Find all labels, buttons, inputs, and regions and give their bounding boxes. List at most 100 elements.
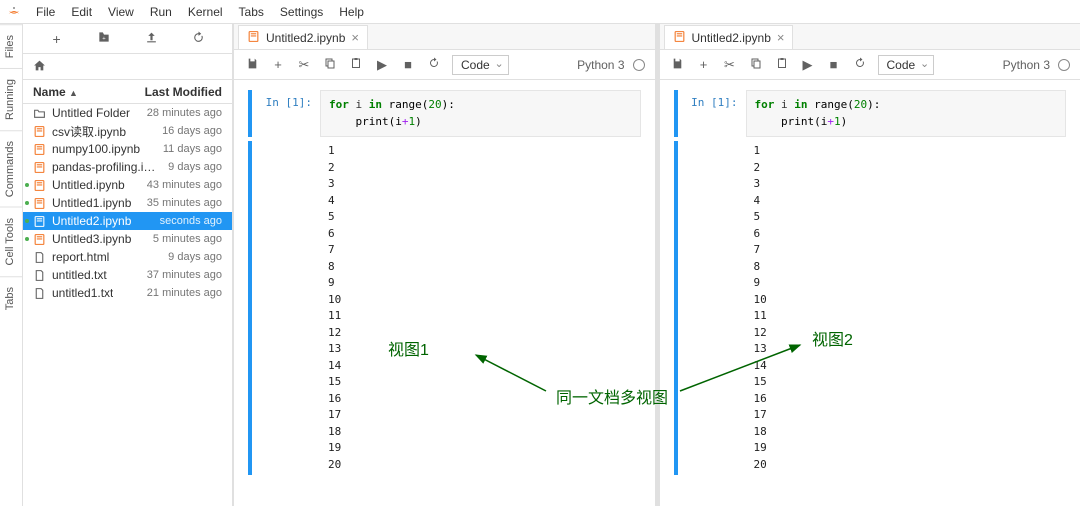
code-input[interactable]: for i in range(20): print(i+1) — [746, 90, 1067, 137]
menu-tabs[interactable]: Tabs — [231, 2, 272, 22]
menu-run[interactable]: Run — [142, 2, 180, 22]
notebook-body[interactable]: In [1]:for i in range(20): print(i+1)1 2… — [234, 80, 655, 506]
file-row[interactable]: report.html9 days ago — [23, 248, 232, 266]
kernel-status-icon — [633, 59, 645, 71]
save-button[interactable] — [670, 57, 686, 73]
menu-view[interactable]: View — [100, 2, 142, 22]
file-row[interactable]: Untitled1.ipynb35 minutes ago — [23, 194, 232, 212]
file-row[interactable]: Untitled.ipynb43 minutes ago — [23, 176, 232, 194]
insert-cell-button[interactable]: + — [270, 57, 286, 72]
file-modified: 21 minutes ago — [147, 287, 222, 299]
output-cell: 1 2 3 4 5 6 7 8 9 10 11 12 13 14 15 16 1… — [248, 141, 641, 475]
file-name: pandas-profiling.ipynb — [52, 160, 162, 174]
tab-notebook[interactable]: Untitled2.ipynb× — [238, 25, 368, 49]
insert-cell-button[interactable]: + — [696, 57, 712, 72]
file-row[interactable]: pandas-profiling.ipynb 9 days ago — [23, 158, 232, 176]
cut-button[interactable]: ✂ — [722, 57, 738, 73]
side-tab-tabs[interactable]: Tabs — [0, 276, 22, 320]
side-tab-cell-tools[interactable]: Cell Tools — [0, 207, 22, 276]
file-row[interactable]: Untitled Folder 28 minutes ago — [23, 104, 232, 122]
file-name: numpy100.ipynb — [52, 142, 140, 156]
menu-edit[interactable]: Edit — [63, 2, 100, 22]
file-name: Untitled2.ipynb — [52, 214, 131, 228]
refresh-button[interactable] — [183, 31, 213, 47]
tab-bar: Untitled2.ipynb× — [234, 24, 655, 50]
notebook-icon — [33, 179, 46, 192]
new-folder-button[interactable]: + — [89, 30, 119, 47]
header-name[interactable]: Name — [33, 85, 66, 99]
file-row[interactable]: Untitled3.ipynb5 minutes ago — [23, 230, 232, 248]
file-name: untitled.txt — [52, 268, 107, 282]
file-browser: + + Name ▲ Last Modified Untitled Folder… — [23, 24, 233, 506]
cell-selected-bar — [674, 141, 678, 475]
notebook-icon — [673, 30, 686, 46]
kernel-name[interactable]: Python 3 — [577, 58, 624, 72]
file-modified: 9 days ago — [168, 161, 222, 173]
output-cell: 1 2 3 4 5 6 7 8 9 10 11 12 13 14 15 16 1… — [674, 141, 1067, 475]
file-name: csv读取.ipynb — [52, 123, 126, 140]
close-icon[interactable]: × — [777, 30, 785, 45]
header-modified[interactable]: Last Modified — [145, 85, 222, 99]
menu-help[interactable]: Help — [331, 2, 372, 22]
side-tab-files[interactable]: Files — [0, 24, 22, 68]
stop-button[interactable]: ■ — [400, 57, 416, 72]
cell-type-select[interactable]: Code — [452, 55, 509, 75]
copy-button[interactable] — [748, 57, 764, 72]
side-tab-commands[interactable]: Commands — [0, 130, 22, 207]
paste-button[interactable] — [348, 57, 364, 72]
file-modified: 43 minutes ago — [147, 179, 222, 191]
menu-kernel[interactable]: Kernel — [180, 2, 231, 22]
code-cell[interactable]: In [1]:for i in range(20): print(i+1) — [248, 90, 641, 137]
kernel-status-icon — [1058, 59, 1070, 71]
notebook-panel-2: Untitled2.ipynb × + ✂ ▶ ■ Code Python 3 In [1]:f… — [659, 24, 1080, 506]
new-launcher-button[interactable]: + — [42, 31, 72, 47]
file-modified: 11 days ago — [163, 143, 222, 155]
notebook-toolbar: + ✂ ▶ ■ Code Python 3 — [234, 50, 655, 80]
file-modified: 37 minutes ago — [147, 269, 222, 281]
file-name: Untitled3.ipynb — [52, 232, 131, 246]
cut-button[interactable]: ✂ — [296, 57, 312, 73]
menubar: FileEditViewRunKernelTabsSettingsHelp — [0, 0, 1080, 24]
menu-file[interactable]: File — [28, 2, 63, 22]
file-name: report.html — [52, 250, 109, 264]
restart-button[interactable] — [426, 57, 442, 72]
file-modified: 28 minutes ago — [147, 107, 222, 119]
file-row[interactable]: untitled.txt 37 minutes ago — [23, 266, 232, 284]
run-button[interactable]: ▶ — [800, 57, 816, 73]
notebook-icon — [33, 233, 46, 246]
tab-title: Untitled2.ipynb — [692, 31, 771, 45]
kernel-name[interactable]: Python 3 — [1003, 58, 1050, 72]
paste-button[interactable] — [774, 57, 790, 72]
file-modified: seconds ago — [160, 215, 222, 227]
file-row[interactable]: numpy100.ipynb 11 days ago — [23, 140, 232, 158]
run-button[interactable]: ▶ — [374, 57, 390, 73]
file-name: Untitled Folder — [52, 106, 130, 120]
tab-notebook[interactable]: Untitled2.ipynb × — [664, 25, 794, 49]
breadcrumb[interactable] — [23, 54, 232, 80]
tab-bar: Untitled2.ipynb × — [660, 24, 1080, 50]
home-icon — [33, 59, 46, 75]
notebook-icon — [33, 125, 46, 138]
file-row[interactable]: untitled1.txt21 minutes ago — [23, 284, 232, 302]
running-indicator-icon — [25, 201, 29, 205]
input-prompt: In [1]: — [260, 90, 312, 137]
save-button[interactable] — [244, 57, 260, 73]
code-cell[interactable]: In [1]:for i in range(20): print(i+1) — [674, 90, 1067, 137]
code-input[interactable]: for i in range(20): print(i+1) — [320, 90, 641, 137]
notebook-body[interactable]: In [1]:for i in range(20): print(i+1)1 2… — [660, 80, 1080, 506]
side-tab-running[interactable]: Running — [0, 68, 22, 130]
stop-button[interactable]: ■ — [826, 57, 842, 72]
file-row[interactable]: Untitled2.ipynb seconds ago — [23, 212, 232, 230]
copy-button[interactable] — [322, 57, 338, 72]
file-row[interactable]: csv读取.ipynb16 days ago — [23, 122, 232, 140]
file-icon — [33, 287, 46, 300]
cell-type-select[interactable]: Code — [878, 55, 935, 75]
close-icon[interactable]: × — [351, 30, 359, 45]
restart-button[interactable] — [852, 57, 868, 72]
running-indicator-icon — [25, 183, 29, 187]
menu-settings[interactable]: Settings — [272, 2, 331, 22]
upload-button[interactable] — [136, 31, 166, 47]
file-list: Untitled Folder 28 minutes ago csv读取.ipynb… — [23, 104, 232, 302]
output-text: 1 2 3 4 5 6 7 8 9 10 11 12 13 14 15 16 1… — [320, 141, 641, 475]
file-list-header: Name ▲ Last Modified — [23, 80, 232, 104]
